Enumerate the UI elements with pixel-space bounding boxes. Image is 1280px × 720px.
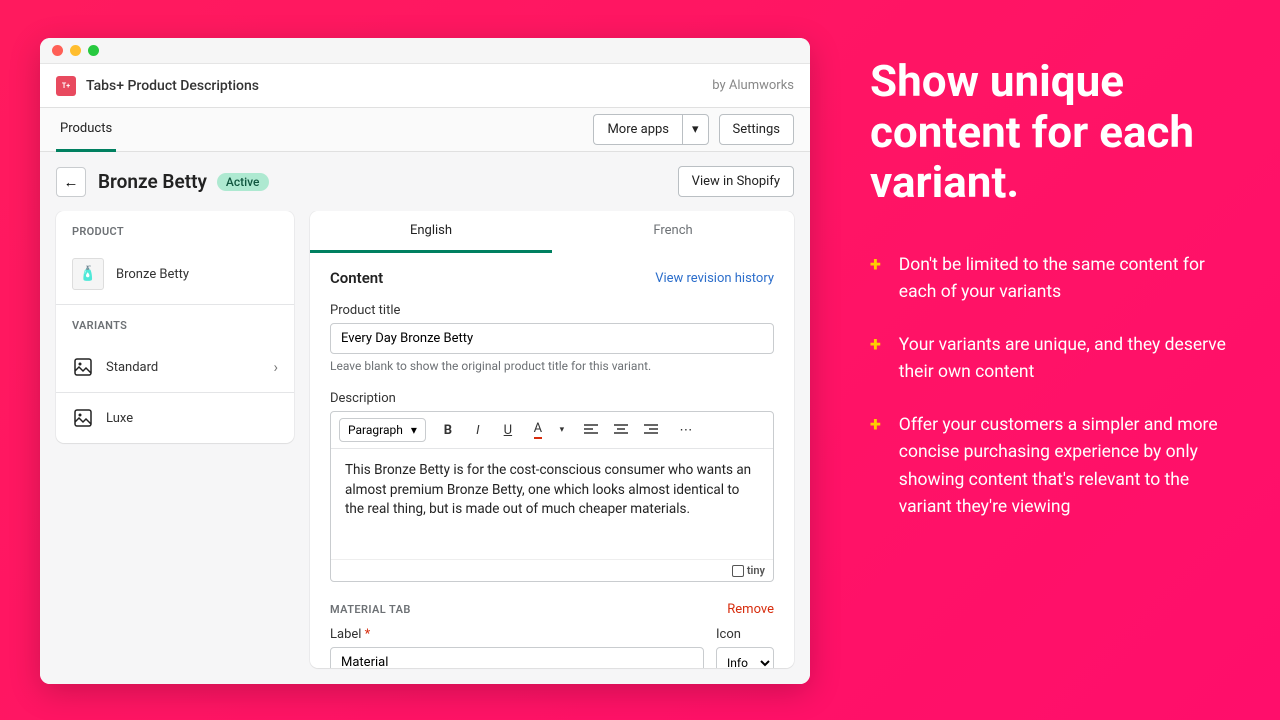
more-apps-button[interactable]: More apps [593,114,682,145]
bullet-item: +Don't be limited to the same content fo… [870,252,1230,306]
description-label: Description [330,391,774,406]
chevron-down-icon: ▾ [411,423,417,437]
align-right-button[interactable] [638,418,664,442]
variant-name: Luxe [106,411,278,426]
marketing-bullets: +Don't be limited to the same content fo… [870,252,1230,521]
close-window-icon[interactable] [52,45,63,56]
minimize-window-icon[interactable] [70,45,81,56]
product-title-hint: Leave blank to show the original product… [330,359,774,373]
product-title-input[interactable] [330,323,774,354]
app-title: Tabs+ Product Descriptions [86,78,259,94]
page-header: ← Bronze Betty Active View in Shopify [40,152,810,211]
image-icon [72,356,94,378]
app-bar: T+ Tabs+ Product Descriptions by Alumwor… [40,64,810,108]
language-tabs: English French [310,211,794,253]
marketing-headline: Show unique content for each variant. [870,56,1230,208]
product-title-label: Product title [330,303,774,318]
plus-icon: + [870,412,881,521]
back-button[interactable]: ← [56,167,86,197]
variant-row-standard[interactable]: Standard › [56,342,294,392]
top-nav: Products More apps ▾ Settings [40,108,810,152]
editor-toolbar: Paragraph▾ B I U A ▾ ⋯ [331,412,773,449]
maximize-window-icon[interactable] [88,45,99,56]
tab-icon-select[interactable]: Info [716,647,774,668]
chevron-right-icon: › [273,358,278,376]
status-badge: Active [217,173,269,191]
rich-text-editor: Paragraph▾ B I U A ▾ ⋯ [330,411,774,582]
color-dropdown[interactable]: ▾ [555,418,569,442]
variant-row-luxe[interactable]: Luxe [56,393,294,443]
view-in-shopify-button[interactable]: View in Shopify [678,166,794,197]
underline-button[interactable]: U [495,418,521,442]
product-section-header: PRODUCT [56,211,294,248]
bold-button[interactable]: B [435,418,461,442]
app-window: T+ Tabs+ Product Descriptions by Alumwor… [40,38,810,684]
tab-label-label: Label * [330,627,704,642]
variant-name: Standard [106,360,261,375]
product-row[interactable]: 🧴 Bronze Betty [56,248,294,304]
tab-products[interactable]: Products [56,108,116,152]
content-heading: Content [330,269,383,287]
remove-tab-button[interactable]: Remove [727,602,774,617]
settings-button[interactable]: Settings [719,114,794,145]
format-selector[interactable]: Paragraph▾ [339,418,426,442]
variants-section-header: VARIANTS [56,305,294,342]
bullet-item: +Offer your customers a simpler and more… [870,412,1230,521]
editor-panel: English French Content View revision his… [310,211,794,668]
product-name: Bronze Betty [116,267,189,282]
app-byline: by Alumworks [712,78,794,93]
tab-english[interactable]: English [310,211,552,253]
revision-history-link[interactable]: View revision history [655,271,774,286]
more-options-button[interactable]: ⋯ [673,418,699,442]
italic-button[interactable]: I [465,418,491,442]
plus-icon: + [870,332,881,386]
tiny-branding: tiny [732,564,765,577]
image-icon [72,407,94,429]
tab-french[interactable]: French [552,211,794,253]
side-card: PRODUCT 🧴 Bronze Betty VARIANTS Standard… [56,211,294,443]
tab-icon-label: Icon [716,627,774,642]
tab-label-input[interactable] [330,647,704,668]
page-title: Bronze Betty [98,170,207,193]
more-apps-dropdown[interactable]: ▾ [682,114,709,145]
plus-icon: + [870,252,881,306]
product-thumbnail: 🧴 [72,258,104,290]
app-logo-icon: T+ [56,76,76,96]
description-body[interactable]: This Bronze Betty is for the cost-consci… [331,449,773,559]
bullet-item: +Your variants are unique, and they dese… [870,332,1230,386]
align-left-button[interactable] [578,418,604,442]
align-center-button[interactable] [608,418,634,442]
more-apps-group: More apps ▾ [593,114,708,145]
marketing-panel: Show unique content for each variant. +D… [810,0,1280,720]
text-color-button[interactable]: A [525,418,551,442]
material-tab-header: MATERIAL TAB [330,603,411,616]
mac-titlebar [40,38,810,64]
